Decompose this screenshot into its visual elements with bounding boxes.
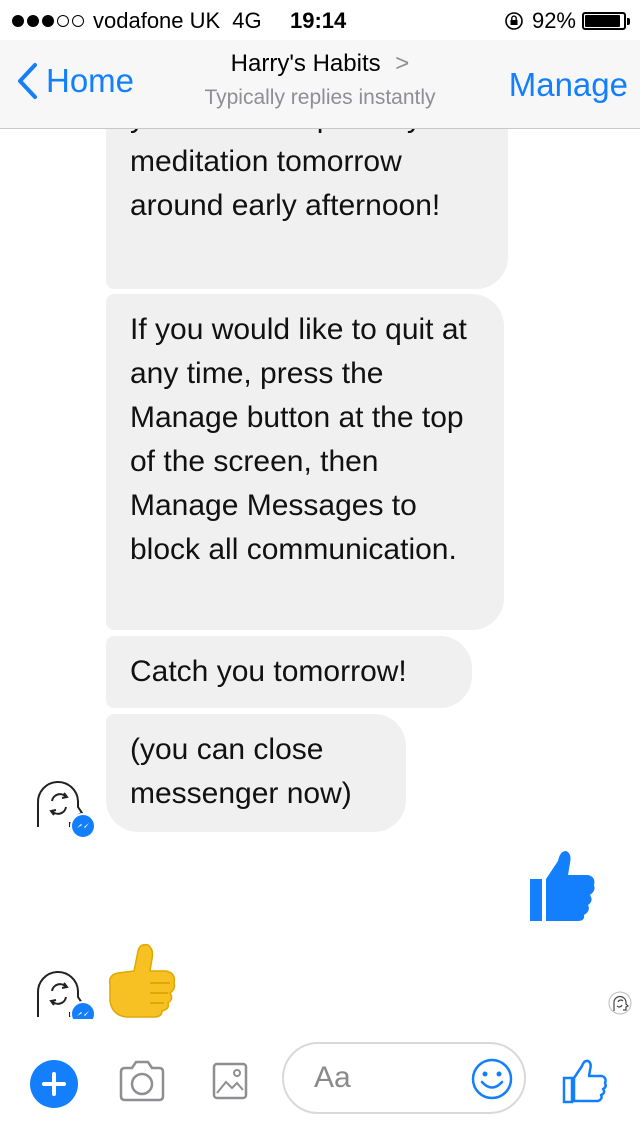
carrier-name: vodafone UK — [93, 8, 221, 33]
signal-dot — [12, 15, 24, 27]
message-bubble: Catch you tomorrow! — [106, 636, 472, 708]
message-input-wrapper[interactable] — [282, 1042, 526, 1114]
signal-and-carrier: vodafone UK 4G — [12, 8, 262, 34]
network-type: 4G — [232, 8, 262, 33]
manage-button[interactable]: Manage — [509, 66, 628, 104]
battery-area: 92% — [504, 8, 630, 34]
message-input[interactable] — [312, 1060, 466, 1096]
battery-percent: 92% — [531, 8, 576, 33]
read-receipt-avatar-icon — [608, 991, 632, 1015]
message-bubble: (you can close messenger now) — [106, 714, 406, 832]
image-icon[interactable] — [212, 1062, 248, 1100]
thumbs-up-icon[interactable] — [562, 1058, 608, 1104]
message-bubble: If you would like to quit at any time, p… — [106, 294, 504, 630]
signal-dot — [27, 15, 39, 27]
composer-bar — [0, 1020, 640, 1136]
navigation-bar: Home Harry's Habits > Typically replies … — [0, 40, 640, 129]
chevron-right-icon: > — [395, 50, 410, 77]
bot-avatar[interactable] — [34, 777, 96, 839]
camera-icon[interactable] — [118, 1060, 166, 1102]
sent-thumbs-up-icon — [530, 851, 595, 921]
title-text: Harry's Habits — [230, 50, 381, 77]
smiley-icon[interactable] — [470, 1057, 514, 1101]
messenger-icon — [70, 813, 96, 839]
message-bubble: you have completed your meditation tomor… — [106, 129, 508, 289]
add-button[interactable] — [30, 1060, 78, 1108]
signal-dot-empty — [57, 15, 69, 27]
message-thread[interactable]: you have completed your meditation tomor… — [0, 129, 640, 1019]
thumbs-up-emoji — [108, 943, 176, 1018]
bot-avatar[interactable] — [34, 967, 96, 1019]
signal-dot — [42, 15, 54, 27]
clock: 19:14 — [290, 8, 347, 33]
status-bar: vodafone UK 4G 19:14 92% — [0, 0, 640, 40]
messenger-icon — [70, 1001, 96, 1019]
rotation-lock-icon — [505, 12, 523, 30]
signal-dot-empty — [72, 15, 84, 27]
battery-icon — [582, 12, 630, 30]
